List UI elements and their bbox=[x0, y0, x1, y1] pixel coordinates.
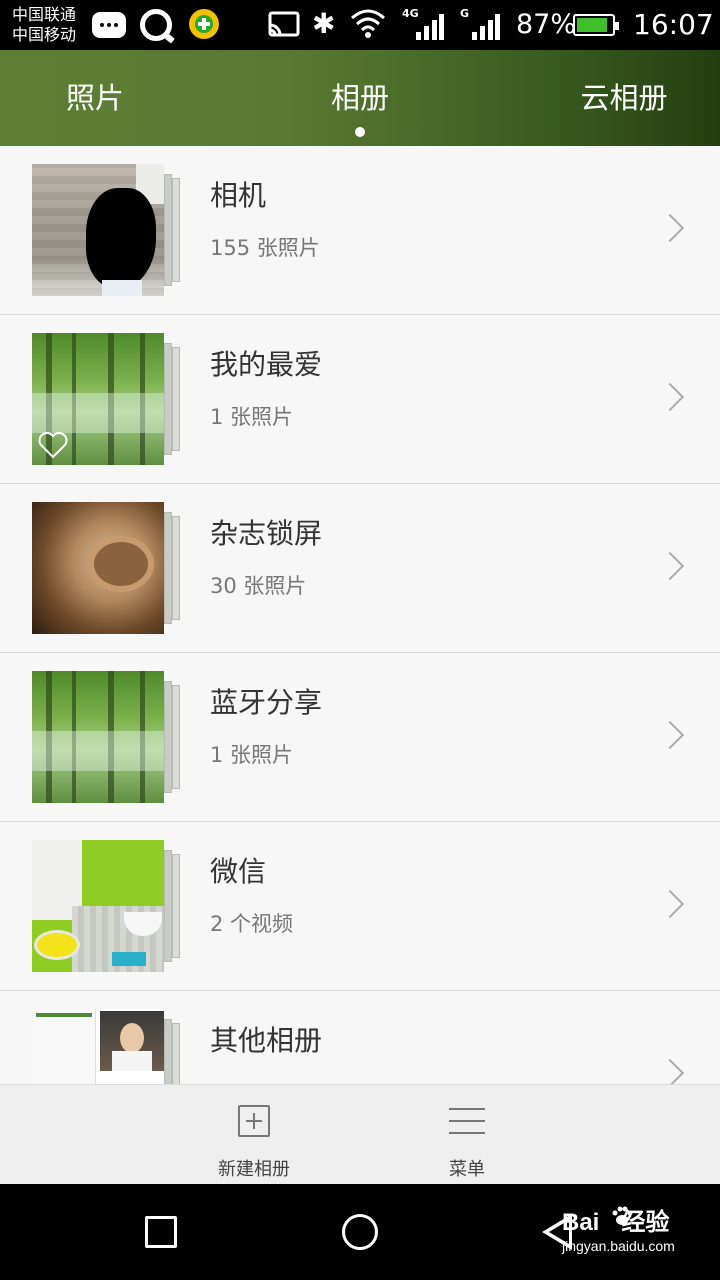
album-name: 其他相册 bbox=[210, 1024, 323, 1057]
album-count: 30 张照片 bbox=[210, 574, 307, 598]
forest-thumbnail bbox=[32, 333, 164, 465]
album-list[interactable]: 相机 155 张照片 我的最爱 1 张照片 杂志锁屏 30 张照片 蓝牙分享 1… bbox=[0, 146, 720, 1084]
album-count: 1 张照片 bbox=[210, 743, 294, 767]
message-notification-icon bbox=[92, 12, 126, 38]
chevron-right-icon bbox=[655, 720, 685, 750]
signal-1-icon: 4G bbox=[402, 7, 444, 40]
baidu-jingyan-watermark: Bai 经验 jingyan.baidu.com bbox=[562, 1202, 712, 1262]
new-album-label: 新建相册 bbox=[218, 1159, 290, 1180]
tab-photos[interactable]: 照片 bbox=[40, 50, 150, 146]
wifi-icon bbox=[351, 9, 385, 38]
clock: 16:07 bbox=[633, 8, 714, 41]
bathroom-thumbnail bbox=[32, 840, 164, 972]
album-row-wechat[interactable]: 微信 2 个视频 bbox=[0, 822, 720, 991]
album-count: 2 个视频 bbox=[210, 912, 294, 936]
collage-thumbnail bbox=[32, 1009, 164, 1084]
watermark-url: jingyan.baidu.com bbox=[562, 1238, 675, 1254]
album-row-magazine-lockscreen[interactable]: 杂志锁屏 30 张照片 bbox=[0, 484, 720, 653]
status-bar: 中国联通 中国移动 ✱ 4G G 87% 16:07 bbox=[0, 0, 720, 50]
album-name: 相机 bbox=[210, 179, 267, 212]
album-count: 155 张照片 bbox=[210, 236, 320, 260]
battery-percentage: 87% bbox=[516, 9, 577, 40]
battery-charging-icon bbox=[573, 14, 619, 36]
screen: 中国联通 中国移动 ✱ 4G G 87% 16:07 照片 相册 云相册 相机 … bbox=[0, 0, 720, 1280]
chevron-right-icon bbox=[655, 551, 685, 581]
album-thumbnail-stack bbox=[32, 1009, 182, 1084]
album-thumbnail-stack bbox=[32, 333, 182, 465]
home-button[interactable] bbox=[342, 1214, 378, 1250]
system-navigation-bar: Bai 经验 jingyan.baidu.com bbox=[0, 1184, 720, 1280]
tab-cloud-albums[interactable]: 云相册 bbox=[560, 50, 688, 146]
heart-icon bbox=[38, 432, 68, 459]
cast-icon bbox=[268, 11, 300, 37]
chevron-right-icon bbox=[655, 889, 685, 919]
chevron-right-icon bbox=[655, 213, 685, 243]
album-row-bluetooth-share[interactable]: 蓝牙分享 1 张照片 bbox=[0, 653, 720, 822]
active-tab-indicator bbox=[355, 127, 365, 137]
album-name: 蓝牙分享 bbox=[210, 686, 323, 719]
pottery-thumbnail bbox=[32, 502, 164, 634]
album-thumbnail-stack bbox=[32, 671, 182, 803]
security-app-icon bbox=[189, 9, 219, 39]
search-app-icon bbox=[140, 9, 175, 44]
recent-apps-button[interactable] bbox=[145, 1216, 177, 1248]
signal-2-icon: G bbox=[458, 7, 500, 40]
album-name: 杂志锁屏 bbox=[210, 517, 323, 550]
new-album-button[interactable]: 新建相册 bbox=[194, 1085, 314, 1185]
album-count: 1 张照片 bbox=[210, 405, 294, 429]
carrier-2: 中国移动 bbox=[12, 25, 77, 44]
chevron-right-icon bbox=[655, 1058, 685, 1084]
album-row-favorites[interactable]: 我的最爱 1 张照片 bbox=[0, 315, 720, 484]
bluetooth-icon: ✱ bbox=[312, 7, 336, 40]
menu-button[interactable]: 菜单 bbox=[407, 1085, 527, 1185]
carrier-labels: 中国联通 中国移动 bbox=[12, 5, 76, 45]
chevron-right-icon bbox=[655, 382, 685, 412]
add-square-icon bbox=[238, 1105, 270, 1137]
album-row-camera[interactable]: 相机 155 张照片 bbox=[0, 146, 720, 315]
hamburger-menu-icon bbox=[449, 1106, 485, 1136]
menu-label: 菜单 bbox=[449, 1159, 485, 1180]
paw-icon bbox=[612, 1206, 633, 1225]
carrier-1: 中国联通 bbox=[12, 5, 77, 24]
album-thumbnail-stack bbox=[32, 502, 182, 634]
bottom-toolbar: 新建相册 菜单 bbox=[0, 1084, 720, 1184]
album-name: 我的最爱 bbox=[210, 348, 323, 381]
camera-thumbnail bbox=[32, 164, 164, 296]
album-name: 微信 bbox=[210, 855, 267, 888]
album-row-other-albums[interactable]: 其他相册 bbox=[0, 991, 720, 1084]
tab-bar: 照片 相册 云相册 bbox=[0, 50, 720, 146]
forest-thumbnail bbox=[32, 671, 164, 803]
album-thumbnail-stack bbox=[32, 840, 182, 972]
album-thumbnail-stack bbox=[32, 164, 182, 296]
